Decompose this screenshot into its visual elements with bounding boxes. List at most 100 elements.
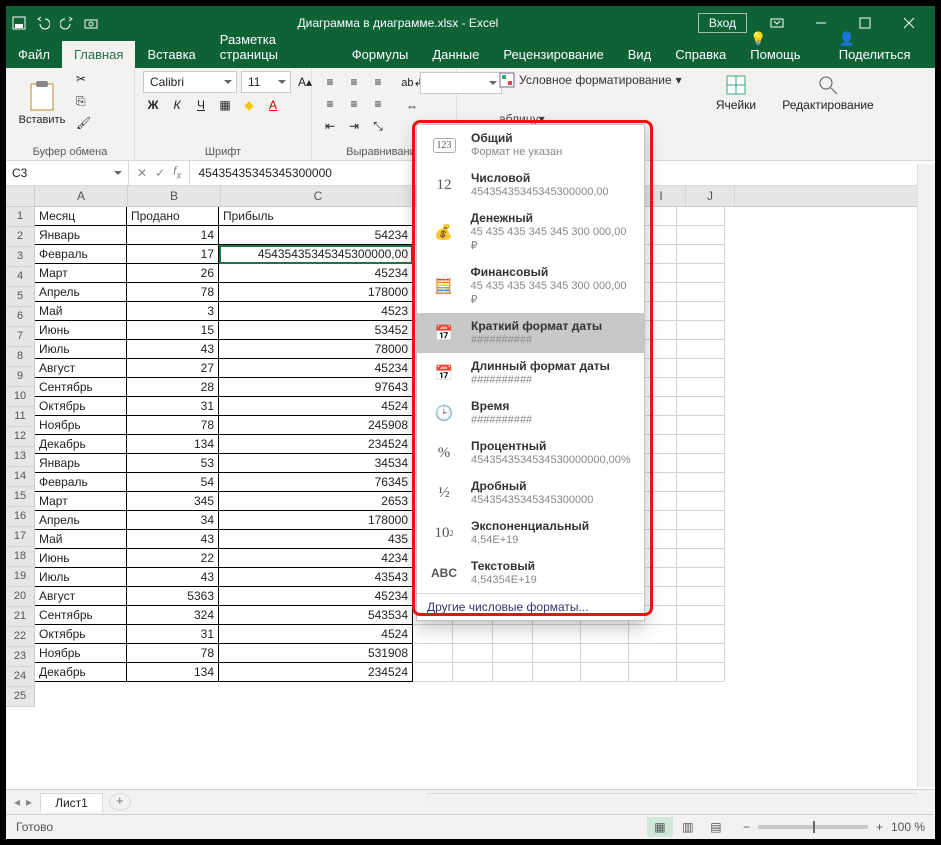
cell[interactable]: 45234 — [219, 359, 413, 378]
row-header[interactable]: 18 — [6, 547, 35, 567]
cell[interactable]: 43 — [127, 568, 219, 587]
cell[interactable] — [581, 625, 629, 644]
cell[interactable] — [677, 264, 725, 283]
cell[interactable]: 5363 — [127, 587, 219, 606]
cell[interactable]: Май — [35, 302, 127, 321]
row-header[interactable]: 11 — [6, 407, 35, 427]
cell[interactable] — [533, 625, 581, 644]
select-all-corner[interactable] — [6, 186, 35, 207]
cell[interactable]: 4524 — [219, 397, 413, 416]
nf-long-date[interactable]: 📅Длинный формат даты########## — [417, 353, 644, 393]
number-format-combo[interactable] — [420, 72, 502, 94]
cell[interactable]: 54234 — [219, 226, 413, 245]
cell[interactable]: 15 — [127, 321, 219, 340]
undo-icon[interactable] — [36, 16, 50, 30]
cell[interactable]: 45234 — [219, 587, 413, 606]
tab-tellme[interactable]: 💡Помощь — [738, 23, 826, 68]
redo-icon[interactable] — [60, 16, 74, 30]
column-header[interactable]: J — [686, 186, 735, 206]
cell[interactable]: 78 — [127, 283, 219, 302]
cell[interactable] — [413, 644, 453, 663]
cell[interactable]: Август — [35, 359, 127, 378]
conditional-formatting-button[interactable]: Условное форматирование▾ — [499, 72, 682, 88]
view-normal-icon[interactable]: ▦ — [647, 817, 673, 837]
cell[interactable]: Сентябрь — [35, 606, 127, 625]
cell[interactable] — [677, 397, 725, 416]
cell[interactable]: Апрель — [35, 511, 127, 530]
zoom-in-icon[interactable]: + — [876, 820, 883, 834]
tab-formulas[interactable]: Формулы — [340, 41, 421, 68]
cell[interactable] — [677, 416, 725, 435]
row-header[interactable]: 6 — [6, 307, 35, 327]
cell[interactable]: Октябрь — [35, 397, 127, 416]
cell[interactable]: Ноябрь — [35, 644, 127, 663]
bold-icon[interactable]: Ж — [143, 95, 163, 115]
font-size-combo[interactable]: 11 — [241, 71, 291, 93]
border-icon[interactable]: ▦ — [215, 95, 235, 115]
format-painter-icon[interactable]: 🖌 — [76, 116, 96, 134]
cell[interactable] — [677, 530, 725, 549]
cell[interactable]: 28 — [127, 378, 219, 397]
cell[interactable] — [677, 587, 725, 606]
cell[interactable]: 27 — [127, 359, 219, 378]
cell[interactable]: Июль — [35, 340, 127, 359]
row-header[interactable]: 3 — [6, 247, 35, 267]
cell[interactable] — [533, 644, 581, 663]
cell[interactable] — [413, 625, 453, 644]
view-page-layout-icon[interactable]: ▥ — [675, 817, 701, 837]
tab-file[interactable]: Файл — [6, 41, 62, 68]
cell[interactable]: 3 — [127, 302, 219, 321]
row-header[interactable]: 15 — [6, 487, 35, 507]
cell[interactable] — [677, 549, 725, 568]
cell[interactable] — [677, 606, 725, 625]
cell[interactable] — [677, 378, 725, 397]
cell[interactable]: 34534 — [219, 454, 413, 473]
cell[interactable] — [453, 625, 493, 644]
cell[interactable]: 34 — [127, 511, 219, 530]
tab-share[interactable]: 👤Поделиться — [827, 23, 935, 68]
column-header[interactable]: B — [128, 186, 221, 206]
copy-icon[interactable]: ⎘ — [76, 94, 96, 112]
nf-scientific[interactable]: 102Экспоненциальный4,54E+19 — [417, 513, 644, 553]
nf-text[interactable]: ABCТекстовый4,54354E+19 — [417, 553, 644, 593]
cell[interactable] — [677, 644, 725, 663]
tab-help[interactable]: Справка — [663, 41, 738, 68]
fx-icon[interactable]: fx — [173, 164, 181, 181]
tab-layout[interactable]: Разметка страницы — [208, 26, 340, 68]
zoom-slider[interactable] — [758, 825, 868, 829]
row-header[interactable]: 7 — [6, 327, 35, 347]
row-header[interactable]: 24 — [6, 667, 35, 687]
sheet-tab[interactable]: Лист1 — [40, 793, 103, 812]
cell[interactable]: Апрель — [35, 283, 127, 302]
column-header[interactable]: C — [221, 186, 416, 206]
cell[interactable] — [677, 568, 725, 587]
cell[interactable]: Ноябрь — [35, 416, 127, 435]
tab-data[interactable]: Данные — [420, 41, 491, 68]
cell[interactable]: 26 — [127, 264, 219, 283]
row-header[interactable]: 23 — [6, 647, 35, 667]
cell[interactable] — [413, 663, 453, 682]
decrease-indent-icon[interactable]: ⇤ — [320, 116, 340, 136]
row-header[interactable]: 19 — [6, 567, 35, 587]
row-header[interactable]: 16 — [6, 507, 35, 527]
align-left-icon[interactable]: ≡ — [320, 94, 340, 114]
align-middle-icon[interactable]: ≡ — [344, 72, 364, 92]
cell[interactable]: 54 — [127, 473, 219, 492]
cell[interactable]: 76345 — [219, 473, 413, 492]
cell[interactable]: 345 — [127, 492, 219, 511]
cell[interactable] — [677, 663, 725, 682]
cell[interactable]: 2653 — [219, 492, 413, 511]
cells-button[interactable]: Ячейки — [710, 74, 762, 112]
font-color-icon[interactable]: A — [263, 95, 283, 115]
merge-icon[interactable]: ⇔ — [402, 96, 422, 116]
tab-insert[interactable]: Вставка — [135, 41, 207, 68]
cell[interactable]: 78 — [127, 416, 219, 435]
nf-time[interactable]: 🕒Время########## — [417, 393, 644, 433]
cell[interactable]: Март — [35, 264, 127, 283]
cell[interactable]: Октябрь — [35, 625, 127, 644]
cell[interactable]: 234524 — [219, 435, 413, 454]
cell[interactable]: Май — [35, 530, 127, 549]
row-header[interactable]: 5 — [6, 287, 35, 307]
cell[interactable] — [581, 644, 629, 663]
cell[interactable]: 531908 — [219, 644, 413, 663]
